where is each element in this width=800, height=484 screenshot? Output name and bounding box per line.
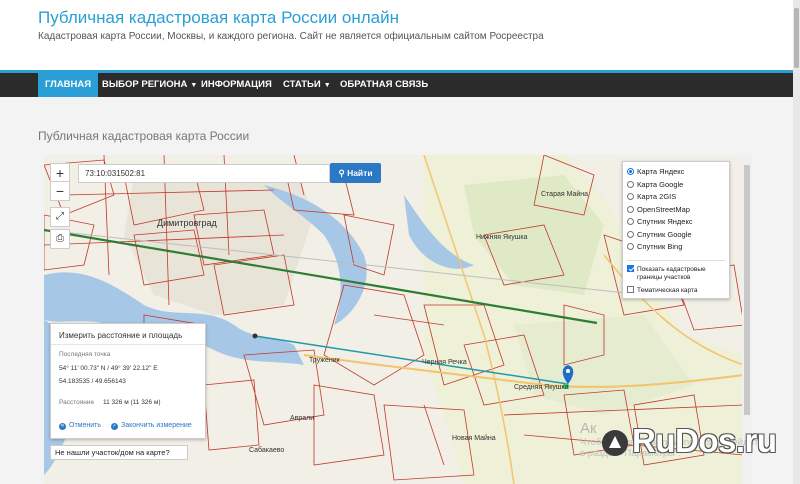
layer-option-yandex-map[interactable]: Карта Яндекс (627, 166, 684, 178)
layer-option-yandex-satellite[interactable]: Спутник Яндекс (627, 216, 693, 228)
close-icon: ✕ (59, 423, 66, 430)
divider (51, 344, 205, 345)
page-scrollbar[interactable] (793, 0, 800, 484)
fullscreen-icon[interactable]: ⤢ (50, 207, 70, 227)
cancel-measure-button[interactable]: ✕ Отменить (59, 422, 101, 430)
windows-activation-title: Ак (580, 420, 597, 437)
layer-option-bing-satellite[interactable]: Спутник Bing (627, 241, 682, 253)
distance-label: Расстояние (59, 399, 95, 406)
layer-switcher-panel: Карта Яндекс Карта Google Карта 2GIS Ope… (622, 161, 730, 299)
checkbox-label: Тематическая карта (637, 287, 698, 294)
radio-button[interactable] (627, 218, 634, 225)
zoom-out-button[interactable]: − (50, 181, 70, 201)
check-icon: ✓ (111, 423, 118, 430)
nav-item-label: СТАТЬИ (283, 79, 321, 90)
main-navbar: ГЛАВНАЯ ВЫБОР РЕГИОНА ▼ ИНФОРМАЦИЯ СТАТЬИ… (0, 70, 793, 97)
layer-option-label: Карта Google (637, 179, 684, 189)
map-place-label: Труженик (309, 357, 340, 364)
print-icon[interactable]: ⎙ (50, 229, 70, 249)
radio-button[interactable] (627, 205, 634, 213)
layer-option-google-map[interactable]: Карта Google (627, 179, 683, 191)
thematic-map-checkbox[interactable]: Тематическая карта (627, 285, 698, 297)
map-place-city: Димитровград (157, 218, 217, 228)
last-point-label: Последняя точка (59, 351, 111, 358)
nav-item-label: ГЛАВНАЯ (45, 79, 92, 90)
layer-option-label: Спутник Bing (637, 242, 683, 251)
nav-item-label: ИНФОРМАЦИЯ (201, 79, 272, 90)
layer-option-osm[interactable]: OpenStreetMap (627, 204, 690, 216)
nav-item-label: ОБРАТНАЯ СВЯЗЬ (340, 79, 429, 90)
nav-item-info[interactable]: ИНФОРМАЦИЯ (194, 73, 279, 97)
divider (627, 260, 725, 261)
map-place-label: Нижняя Якушка (476, 234, 528, 241)
finish-label: Закончить измерение (121, 422, 192, 429)
last-point-coords-dms: 54° 11' 00.73" N / 49° 39' 22.12" E (59, 365, 158, 372)
radio-button[interactable] (627, 193, 634, 200)
distance-value: 11 326 м (11 326 м) (103, 399, 161, 406)
map-place-label: Черная Речка (422, 359, 467, 366)
cancel-label: Отменить (69, 422, 101, 429)
layer-option-label: Спутник Яндекс (637, 217, 693, 226)
layer-option-label: OpenStreetMap (637, 204, 690, 214)
nav-item-articles[interactable]: СТАТЬИ ▼ (276, 73, 338, 97)
search-button[interactable]: ⚲ Найти (330, 163, 381, 183)
radio-button[interactable] (627, 243, 634, 250)
site-description: Кадастровая карта России, Москвы, и кажд… (38, 31, 544, 42)
layer-option-2gis-map[interactable]: Карта 2GIS (627, 191, 676, 203)
cadastral-search-input[interactable]: 73:10:031502:81 (78, 164, 330, 183)
page-scrollbar-thumb[interactable] (794, 8, 799, 68)
nav-item-home[interactable]: ГЛАВНАЯ (38, 73, 99, 97)
zoom-in-button[interactable]: + (50, 163, 70, 183)
search-icon: ⚲ (338, 168, 345, 178)
measure-title: Измерить расстояние и площадь (59, 331, 183, 340)
radio-button[interactable] (627, 168, 634, 175)
search-button-label: Найти (347, 168, 373, 178)
watermark-text: RuDos.ru (632, 422, 777, 459)
watermark-logo-icon (602, 430, 628, 456)
layer-option-label: Карта 2GIS (637, 192, 677, 201)
nav-item-region[interactable]: ВЫБОР РЕГИОНА ▼ (95, 73, 204, 97)
map-place-label: Сабакаево (249, 447, 285, 454)
finish-measure-button[interactable]: ✓ Закончить измерение (111, 422, 192, 430)
map-place-label: Аврали (290, 415, 315, 422)
nav-item-feedback[interactable]: ОБРАТНАЯ СВЯЗЬ (333, 73, 435, 97)
measure-panel: Измерить расстояние и площадь Последняя … (50, 323, 206, 439)
layer-option-label: Спутник Google (637, 229, 692, 239)
map-scrollbar-thumb[interactable] (744, 165, 750, 415)
nav-item-label: ВЫБОР РЕГИОНА (102, 79, 188, 90)
checkbox[interactable] (627, 265, 634, 272)
checkbox[interactable] (627, 286, 634, 293)
layer-option-google-satellite[interactable]: Спутник Google (627, 229, 692, 241)
layer-option-label: Карта Яндекс (637, 167, 685, 176)
chevron-down-icon: ▼ (323, 82, 331, 89)
radio-button[interactable] (627, 180, 634, 188)
page-heading: Публичная кадастровая карта России (38, 129, 250, 143)
last-point-coords-dec: 54.183535 / 49.656143 (59, 378, 126, 385)
radio-button[interactable] (627, 230, 634, 238)
map-place-label: Средняя Якушка (514, 384, 569, 391)
site-title[interactable]: Публичная кадастровая карта России онлай… (38, 8, 399, 28)
site-header: Публичная кадастровая карта России онлай… (0, 0, 800, 70)
not-found-link[interactable]: Не нашли участок/дом на карте? (50, 445, 188, 460)
map-place-label: Старая Майна (541, 191, 589, 198)
map-place-label: Новая Майна (452, 435, 496, 442)
show-borders-label-line2: границы участков (637, 274, 691, 281)
